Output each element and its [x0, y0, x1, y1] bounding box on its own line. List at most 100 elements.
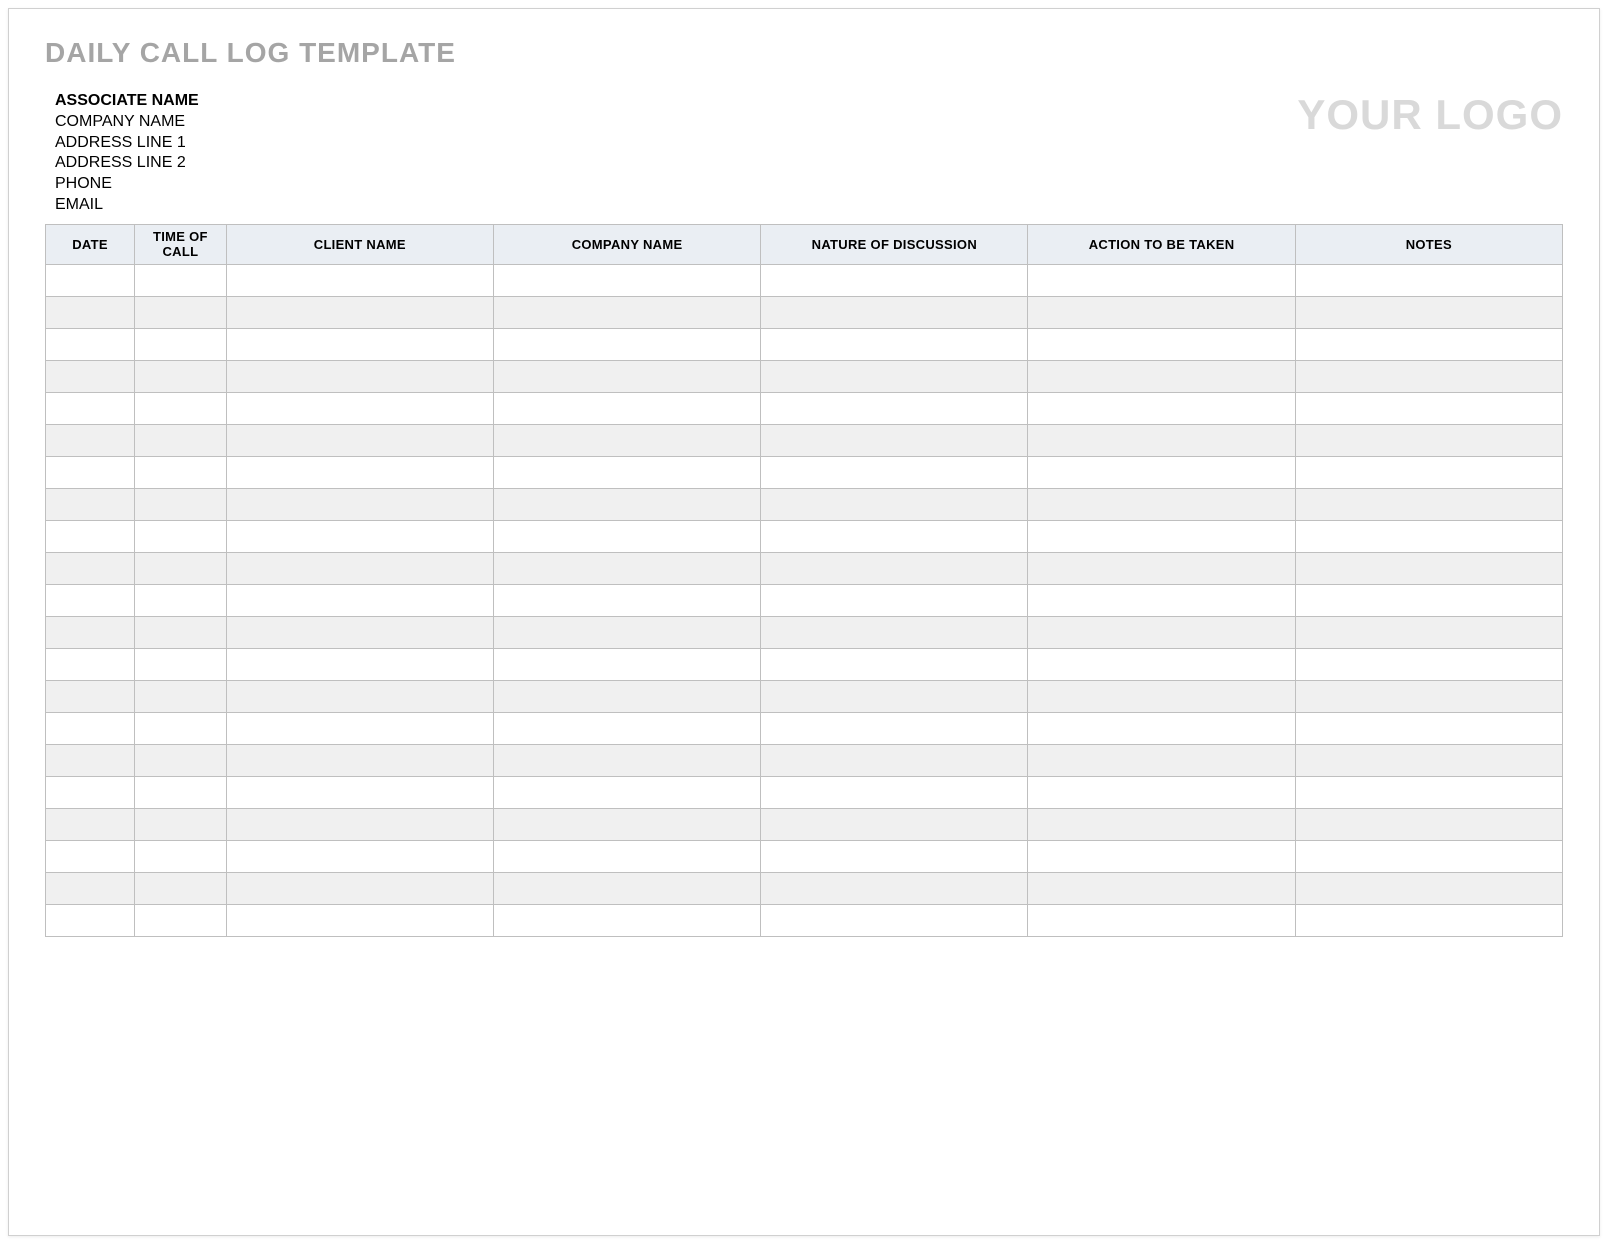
cell-client[interactable] — [226, 712, 493, 744]
cell-nature[interactable] — [761, 904, 1028, 936]
cell-action[interactable] — [1028, 424, 1295, 456]
cell-client[interactable] — [226, 840, 493, 872]
cell-action[interactable] — [1028, 456, 1295, 488]
cell-action[interactable] — [1028, 904, 1295, 936]
cell-nature[interactable] — [761, 680, 1028, 712]
cell-time[interactable] — [135, 904, 227, 936]
cell-action[interactable] — [1028, 392, 1295, 424]
cell-action[interactable] — [1028, 360, 1295, 392]
cell-date[interactable] — [46, 840, 135, 872]
cell-nature[interactable] — [761, 552, 1028, 584]
cell-company[interactable] — [493, 520, 760, 552]
cell-action[interactable] — [1028, 680, 1295, 712]
cell-client[interactable] — [226, 296, 493, 328]
cell-action[interactable] — [1028, 552, 1295, 584]
cell-action[interactable] — [1028, 872, 1295, 904]
cell-notes[interactable] — [1295, 520, 1562, 552]
cell-notes[interactable] — [1295, 776, 1562, 808]
cell-client[interactable] — [226, 392, 493, 424]
cell-time[interactable] — [135, 488, 227, 520]
cell-nature[interactable] — [761, 744, 1028, 776]
cell-company[interactable] — [493, 296, 760, 328]
cell-notes[interactable] — [1295, 552, 1562, 584]
cell-date[interactable] — [46, 392, 135, 424]
cell-company[interactable] — [493, 264, 760, 296]
cell-notes[interactable] — [1295, 616, 1562, 648]
cell-notes[interactable] — [1295, 904, 1562, 936]
cell-company[interactable] — [493, 616, 760, 648]
cell-nature[interactable] — [761, 488, 1028, 520]
cell-company[interactable] — [493, 712, 760, 744]
cell-action[interactable] — [1028, 744, 1295, 776]
cell-company[interactable] — [493, 488, 760, 520]
cell-company[interactable] — [493, 552, 760, 584]
cell-time[interactable] — [135, 424, 227, 456]
cell-company[interactable] — [493, 584, 760, 616]
cell-time[interactable] — [135, 360, 227, 392]
cell-time[interactable] — [135, 552, 227, 584]
cell-company[interactable] — [493, 328, 760, 360]
cell-action[interactable] — [1028, 616, 1295, 648]
cell-notes[interactable] — [1295, 840, 1562, 872]
cell-client[interactable] — [226, 360, 493, 392]
cell-date[interactable] — [46, 520, 135, 552]
cell-company[interactable] — [493, 648, 760, 680]
cell-nature[interactable] — [761, 584, 1028, 616]
cell-company[interactable] — [493, 872, 760, 904]
cell-time[interactable] — [135, 616, 227, 648]
cell-date[interactable] — [46, 648, 135, 680]
cell-nature[interactable] — [761, 712, 1028, 744]
cell-action[interactable] — [1028, 488, 1295, 520]
cell-client[interactable] — [226, 872, 493, 904]
cell-date[interactable] — [46, 328, 135, 360]
cell-date[interactable] — [46, 552, 135, 584]
cell-nature[interactable] — [761, 392, 1028, 424]
cell-date[interactable] — [46, 584, 135, 616]
cell-client[interactable] — [226, 648, 493, 680]
cell-notes[interactable] — [1295, 360, 1562, 392]
cell-client[interactable] — [226, 264, 493, 296]
cell-notes[interactable] — [1295, 872, 1562, 904]
cell-time[interactable] — [135, 776, 227, 808]
cell-action[interactable] — [1028, 712, 1295, 744]
cell-date[interactable] — [46, 680, 135, 712]
cell-date[interactable] — [46, 712, 135, 744]
cell-date[interactable] — [46, 264, 135, 296]
cell-client[interactable] — [226, 680, 493, 712]
cell-action[interactable] — [1028, 584, 1295, 616]
cell-client[interactable] — [226, 456, 493, 488]
cell-time[interactable] — [135, 520, 227, 552]
cell-time[interactable] — [135, 296, 227, 328]
cell-nature[interactable] — [761, 616, 1028, 648]
cell-nature[interactable] — [761, 808, 1028, 840]
cell-company[interactable] — [493, 360, 760, 392]
cell-notes[interactable] — [1295, 456, 1562, 488]
cell-action[interactable] — [1028, 296, 1295, 328]
cell-company[interactable] — [493, 456, 760, 488]
cell-nature[interactable] — [761, 648, 1028, 680]
cell-nature[interactable] — [761, 776, 1028, 808]
cell-nature[interactable] — [761, 360, 1028, 392]
cell-time[interactable] — [135, 680, 227, 712]
cell-notes[interactable] — [1295, 488, 1562, 520]
cell-notes[interactable] — [1295, 648, 1562, 680]
cell-client[interactable] — [226, 616, 493, 648]
cell-nature[interactable] — [761, 296, 1028, 328]
cell-time[interactable] — [135, 712, 227, 744]
cell-date[interactable] — [46, 744, 135, 776]
cell-company[interactable] — [493, 392, 760, 424]
cell-date[interactable] — [46, 808, 135, 840]
cell-notes[interactable] — [1295, 584, 1562, 616]
cell-notes[interactable] — [1295, 328, 1562, 360]
cell-time[interactable] — [135, 584, 227, 616]
cell-company[interactable] — [493, 808, 760, 840]
cell-nature[interactable] — [761, 456, 1028, 488]
cell-client[interactable] — [226, 776, 493, 808]
cell-notes[interactable] — [1295, 264, 1562, 296]
cell-time[interactable] — [135, 840, 227, 872]
cell-action[interactable] — [1028, 776, 1295, 808]
cell-notes[interactable] — [1295, 744, 1562, 776]
cell-client[interactable] — [226, 520, 493, 552]
cell-company[interactable] — [493, 776, 760, 808]
cell-action[interactable] — [1028, 520, 1295, 552]
